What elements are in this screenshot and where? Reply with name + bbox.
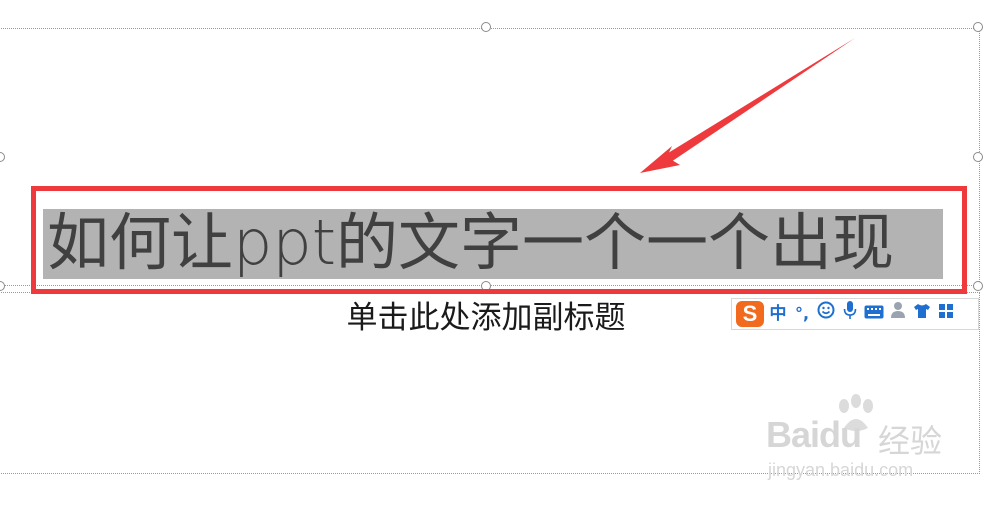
emoji-icon[interactable] — [816, 301, 836, 327]
microphone-icon[interactable] — [840, 300, 860, 328]
watermark-brand: Baidu — [766, 414, 862, 455]
user-icon[interactable] — [888, 301, 908, 327]
slide-canvas: 如何让ppt的文字一个一个出现 单击此处添加副标题 S 中 °, Baidu 经… — [0, 0, 1000, 507]
sogou-logo-icon[interactable]: S — [736, 301, 764, 327]
resize-handle-top-right[interactable] — [973, 22, 983, 32]
resize-handle-bottom-right[interactable] — [973, 281, 983, 291]
toolbox-icon[interactable] — [936, 301, 956, 327]
annotation-highlight-box — [31, 186, 967, 294]
resize-handle-right[interactable] — [973, 152, 983, 162]
resize-handle-top[interactable] — [481, 22, 491, 32]
keyboard-icon[interactable] — [864, 301, 884, 327]
punctuation-toggle[interactable]: °, — [792, 301, 812, 327]
watermark-brand-cn: 经验 — [878, 422, 943, 460]
ime-toolbar[interactable]: S 中 °, — [731, 298, 979, 330]
baidu-watermark: Baidu 经验 jingyan.baidu.com — [760, 394, 950, 490]
skin-icon[interactable] — [912, 301, 932, 327]
resize-handle-bottom-left[interactable] — [0, 281, 5, 291]
ime-mode-toggle[interactable]: 中 — [768, 301, 788, 327]
watermark-url: jingyan.baidu.com — [768, 460, 914, 480]
